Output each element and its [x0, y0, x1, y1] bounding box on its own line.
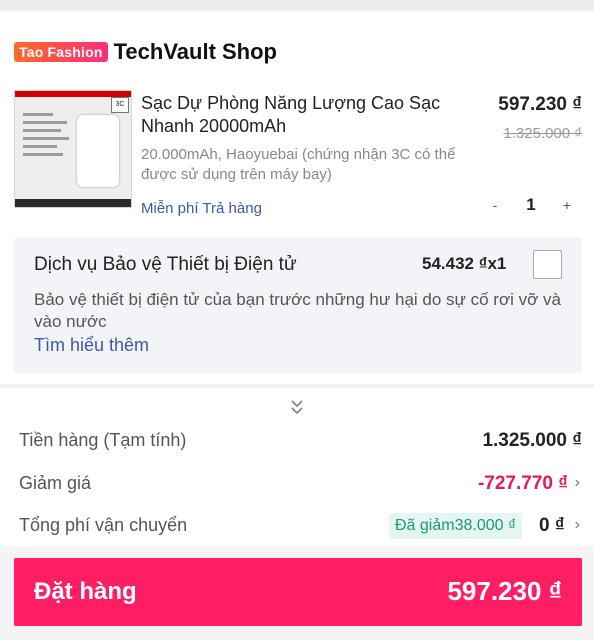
decrease-button[interactable]: -	[480, 197, 510, 213]
product-variant[interactable]: 20.000mAh, Haoyuebai (chứng nhận 3C có t…	[141, 145, 471, 185]
subtotal-label: Tiền hàng (Tạm tính)	[19, 430, 187, 450]
free-return-label: Miễn phí Trả hàng	[141, 200, 262, 217]
quantity-stepper: - 1 +	[480, 189, 582, 221]
product-image[interactable]: 3C	[14, 90, 132, 208]
service-description: Bảo vệ thiết bị điện tử của bạn trước nh…	[34, 290, 561, 331]
shipping-discount-tag: Đã giảm38.000 ₫	[389, 513, 523, 539]
service-price: 54.432 ₫x1	[422, 254, 507, 273]
shop-badge: Tao Fashion	[14, 42, 108, 62]
protection-service-box: Dịch vụ Bảo vệ Thiết bị Điện tử 54.432 ₫…	[14, 237, 582, 373]
image-text-lines	[23, 113, 71, 161]
subtotal-value: 1.325.000 ₫	[482, 430, 582, 451]
product-title[interactable]: Sạc Dự Phòng Năng Lượng Cao Sạc Nhanh 20…	[141, 92, 471, 138]
increase-button[interactable]: +	[552, 197, 582, 213]
learn-more-link[interactable]: Tìm hiểu thêm	[34, 335, 149, 356]
place-order-button[interactable]: Đặt hàng 597.230 ₫	[14, 558, 582, 626]
order-total: 597.230 ₫	[447, 576, 562, 606]
service-checkbox[interactable]	[533, 250, 562, 279]
chevron-right-icon[interactable]: ›	[575, 474, 580, 492]
shop-name[interactable]: TechVault Shop	[114, 39, 277, 65]
shipping-label: Tổng phí vận chuyển	[19, 515, 188, 535]
quantity-value[interactable]: 1	[510, 195, 552, 215]
power-bank-illustration	[77, 115, 119, 187]
chevron-right-icon[interactable]: ›	[575, 516, 580, 534]
discount-value[interactable]: -727.770 ₫	[478, 473, 568, 495]
discount-label: Giảm giá	[19, 473, 92, 493]
certification-icon: 3C	[111, 97, 129, 113]
service-title: Dịch vụ Bảo vệ Thiết bị Điện tử	[34, 254, 297, 275]
place-order-label: Đặt hàng	[34, 578, 137, 605]
image-bottom-stripe	[15, 199, 131, 207]
product-price: 597.230 ₫	[498, 94, 582, 115]
shipping-value[interactable]: 0 ₫	[539, 515, 565, 537]
product-old-price: 1.325.000 ₫	[503, 125, 582, 142]
shop-header[interactable]: Tao Fashion TechVault Shop	[14, 32, 277, 72]
chevron-double-down-icon[interactable]	[289, 398, 305, 418]
top-divider	[0, 0, 594, 10]
